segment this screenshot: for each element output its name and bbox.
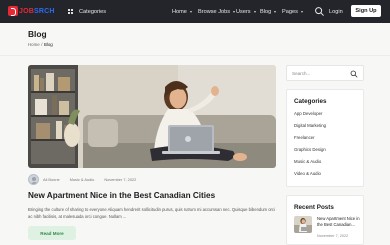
logo-text-secondary: SRCH	[34, 7, 55, 15]
logo-text-primary: JOB	[19, 7, 34, 15]
recent-post-date: November 7, 2022	[317, 234, 349, 238]
post-excerpt: Bringing the culture of sharing to every…	[28, 207, 275, 220]
chevron-down-icon	[274, 10, 277, 13]
recent-posts-title: Recent Posts	[294, 204, 334, 211]
grid-icon	[68, 8, 74, 15]
breadcrumb-current: Blog	[43, 42, 53, 47]
post-author[interactable]: Ali Boone	[43, 177, 60, 182]
chevron-down-icon	[300, 10, 303, 13]
category-item[interactable]: Video & Audio	[294, 171, 326, 184]
nav-blog-label: Blog	[260, 8, 272, 15]
read-more-button[interactable]: Read More	[28, 226, 76, 240]
post-meta: Ali Boone Music & Audio November 7, 2022	[28, 174, 276, 185]
recent-post-thumbnail[interactable]	[294, 216, 312, 233]
nav-users-label: Users	[236, 8, 251, 15]
nav-browse-jobs[interactable]: Browse Jobs	[198, 6, 236, 17]
categories-menu-button[interactable]: Categories	[68, 6, 106, 17]
chevron-down-icon	[253, 10, 256, 13]
chevron-down-icon	[233, 10, 236, 13]
sidebar-search-input[interactable]: Search...	[292, 71, 310, 76]
nav-browse-jobs-label: Browse Jobs	[198, 8, 231, 15]
nav-blog[interactable]: Blog	[260, 6, 277, 17]
sign-up-button[interactable]: Sign Up	[351, 5, 381, 17]
categories-menu-label: Categories	[79, 8, 107, 15]
sidebar-search-field[interactable]: Search...	[286, 65, 364, 81]
site-logo[interactable]: JOBSRCH	[8, 5, 55, 17]
login-link[interactable]: Login	[329, 6, 343, 17]
post-title[interactable]: New Apartment Nice in the Best Canadian …	[28, 191, 215, 200]
nav-home-label: Home	[172, 8, 187, 15]
breadcrumb: Home / Blog	[28, 42, 53, 47]
recent-posts-widget: Recent Posts New Apartment Nice in the B…	[286, 195, 364, 245]
search-icon[interactable]	[314, 6, 325, 17]
breadcrumb-separator: /	[41, 42, 43, 47]
nav-pages[interactable]: Pages	[282, 6, 303, 17]
categories-widget: Categories App Developer Digital Marketi…	[286, 89, 364, 187]
top-navbar: JOBSRCH Categories Home Browse Jobs User…	[0, 0, 390, 23]
post-date: November 7, 2022	[104, 177, 137, 182]
categories-widget-title: Categories	[294, 98, 327, 105]
header-divider	[0, 55, 390, 56]
page-title: Blog	[28, 29, 47, 39]
nav-home[interactable]: Home	[172, 6, 192, 17]
post-category[interactable]: Music & Audio	[70, 177, 95, 182]
chevron-down-icon	[189, 10, 192, 13]
nav-users[interactable]: Users	[236, 6, 256, 17]
author-avatar	[28, 174, 39, 185]
recent-post-title[interactable]: New Apartment Nice in the Best Canadian.…	[317, 216, 362, 228]
logo-mark-icon	[8, 6, 18, 16]
search-icon[interactable]	[350, 70, 358, 78]
categories-list: App Developer Digital Marketing Freelanc…	[294, 111, 326, 184]
breadcrumb-home[interactable]: Home	[28, 42, 40, 47]
post-featured-image[interactable]	[28, 65, 276, 168]
nav-pages-label: Pages	[282, 8, 298, 15]
